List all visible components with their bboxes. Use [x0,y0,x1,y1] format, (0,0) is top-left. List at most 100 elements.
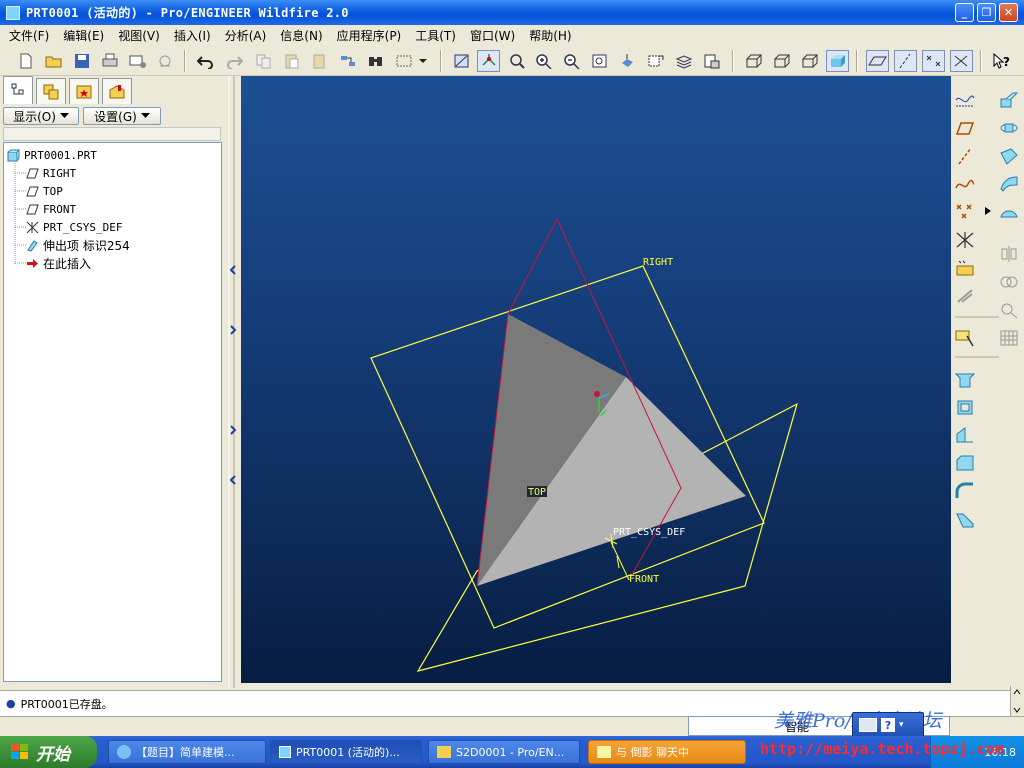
csys-icon[interactable] [950,50,973,72]
save-icon[interactable] [70,50,93,72]
new-icon[interactable] [14,50,37,72]
panel-splitter[interactable] [226,76,238,688]
shell-icon[interactable] [954,396,976,418]
maximize-button[interactable]: ❐ [977,3,996,22]
hidden-line-icon[interactable] [770,50,793,72]
paste-special-icon[interactable] [308,50,331,72]
menu-analysis[interactable]: 分析(A) [218,27,274,44]
menu-edit[interactable]: 编辑(E) [56,27,111,44]
menu-tools[interactable]: 工具(T) [408,27,463,44]
zoom-in-icon[interactable] [532,50,555,72]
extrude-icon[interactable] [998,89,1020,111]
toolbar-separator [440,50,442,72]
saved-views-icon[interactable] [700,50,723,72]
round-icon[interactable] [954,480,976,502]
tree-item-insert-here[interactable]: 在此插入 [26,255,91,271]
tree-item-right[interactable]: RIGHT [26,165,76,181]
open-icon[interactable] [42,50,65,72]
dropdown-icon[interactable] [416,50,430,72]
paste-icon[interactable] [280,50,303,72]
chamfer-icon[interactable] [954,452,976,474]
select-box-icon[interactable] [392,50,415,72]
merge-icon[interactable] [998,271,1020,293]
send-icon[interactable] [126,50,149,72]
folder-tab[interactable] [102,78,132,104]
windows-logo-icon [11,744,28,759]
shaded-icon[interactable] [826,50,849,72]
regenerate-icon[interactable] [336,50,359,72]
favorites-tab[interactable] [69,78,99,104]
task-chat[interactable]: 与 倒影 聊天中 [588,740,746,764]
menu-window[interactable]: 窗口(W) [463,27,522,44]
task-proe-drawing[interactable]: S2D0001 - Pro/EN... [428,740,580,764]
style-icon[interactable] [998,201,1020,223]
graphics-viewport[interactable]: RIGHT TOP PRT_CSYS_DEF FRONT [241,76,951,683]
mail-icon[interactable] [154,50,177,72]
close-button[interactable]: ✕ [999,3,1018,22]
datum-axes-icon[interactable] [894,50,917,72]
sketch-tool-icon[interactable] [954,327,976,349]
zoom-fit-icon[interactable] [505,50,528,72]
message-scrollbar[interactable] [1010,686,1024,716]
flyout-arrow-icon[interactable] [985,207,991,215]
reorient-icon[interactable] [616,50,639,72]
print-icon[interactable] [98,50,121,72]
edge-chamfer-icon[interactable] [954,508,976,530]
menu-info[interactable]: 信息(N) [273,27,329,44]
minimize-button[interactable]: _ [955,3,974,22]
task-forum-post[interactable]: 【题目】简单建模... [108,740,266,764]
analysis-feature-icon[interactable] [954,257,976,279]
sketched-datum-curve-icon[interactable] [954,89,976,111]
task-proe-part[interactable]: PRT0001 (活动的)... [270,740,422,764]
datum-plane-tool-icon[interactable] [954,117,976,139]
show-dropdown[interactable]: 显示(O) [3,107,79,125]
trim-icon[interactable] [998,299,1020,321]
datum-curve-tool-icon[interactable] [954,173,976,195]
orient-icon[interactable] [450,50,473,72]
copy-icon[interactable] [252,50,275,72]
layers-icon[interactable] [672,50,695,72]
draft-icon[interactable] [954,368,976,390]
datum-series-icon[interactable] [954,285,976,307]
datum-axis-tool-icon[interactable] [954,145,976,167]
variable-section-sweep-icon[interactable] [998,145,1020,167]
wireframe-icon[interactable] [742,50,765,72]
rib-icon[interactable] [954,424,976,446]
datum-planes-icon[interactable] [866,50,889,72]
menu-help[interactable]: 帮助(H) [522,27,578,44]
right-plane-label: RIGHT [643,257,673,268]
menu-file[interactable]: 文件(F) [2,27,56,44]
whats-this-icon[interactable]: ? [990,50,1013,72]
layer-tab[interactable] [36,78,66,104]
ime-arrow-icon[interactable]: ▾ [899,720,904,730]
menu-insert[interactable]: 插入(I) [167,27,218,44]
spin-center-icon[interactable] [477,50,500,72]
tree-item-protrusion[interactable]: 伸出项 标识254 [26,237,130,253]
view-manager-icon[interactable] [644,50,667,72]
menu-applications[interactable]: 应用程序(P) [330,27,409,44]
csys-tool-icon[interactable] [954,229,976,251]
redo-icon[interactable] [222,50,245,72]
datum-points-icon[interactable] [922,50,945,72]
ime-toolbar[interactable]: ? ▾ [852,712,924,738]
menu-view[interactable]: 视图(V) [111,27,167,44]
start-button[interactable]: 开始 [0,736,97,768]
no-hidden-icon[interactable] [798,50,821,72]
refit-icon[interactable] [588,50,611,72]
tree-item-csys[interactable]: PRT_CSYS_DEF [26,219,122,235]
settings-dropdown[interactable]: 设置(G) [83,107,161,125]
main-toolbar: ? [0,46,1024,76]
model-tree-tab[interactable] [3,76,33,104]
tree-item-top[interactable]: TOP [26,183,63,199]
boundary-blend-icon[interactable] [998,173,1020,195]
pattern-icon[interactable] [998,327,1020,349]
datum-point-tool-icon[interactable] [954,201,976,223]
tree-item-front[interactable]: FRONT [26,201,76,217]
undo-icon[interactable] [194,50,217,72]
help-icon[interactable]: ? [881,718,895,732]
mirror-icon[interactable] [998,243,1020,265]
zoom-out-icon[interactable] [560,50,583,72]
revolve-icon[interactable] [998,117,1020,139]
find-icon[interactable] [364,50,387,72]
tree-connector-lines [14,161,26,264]
